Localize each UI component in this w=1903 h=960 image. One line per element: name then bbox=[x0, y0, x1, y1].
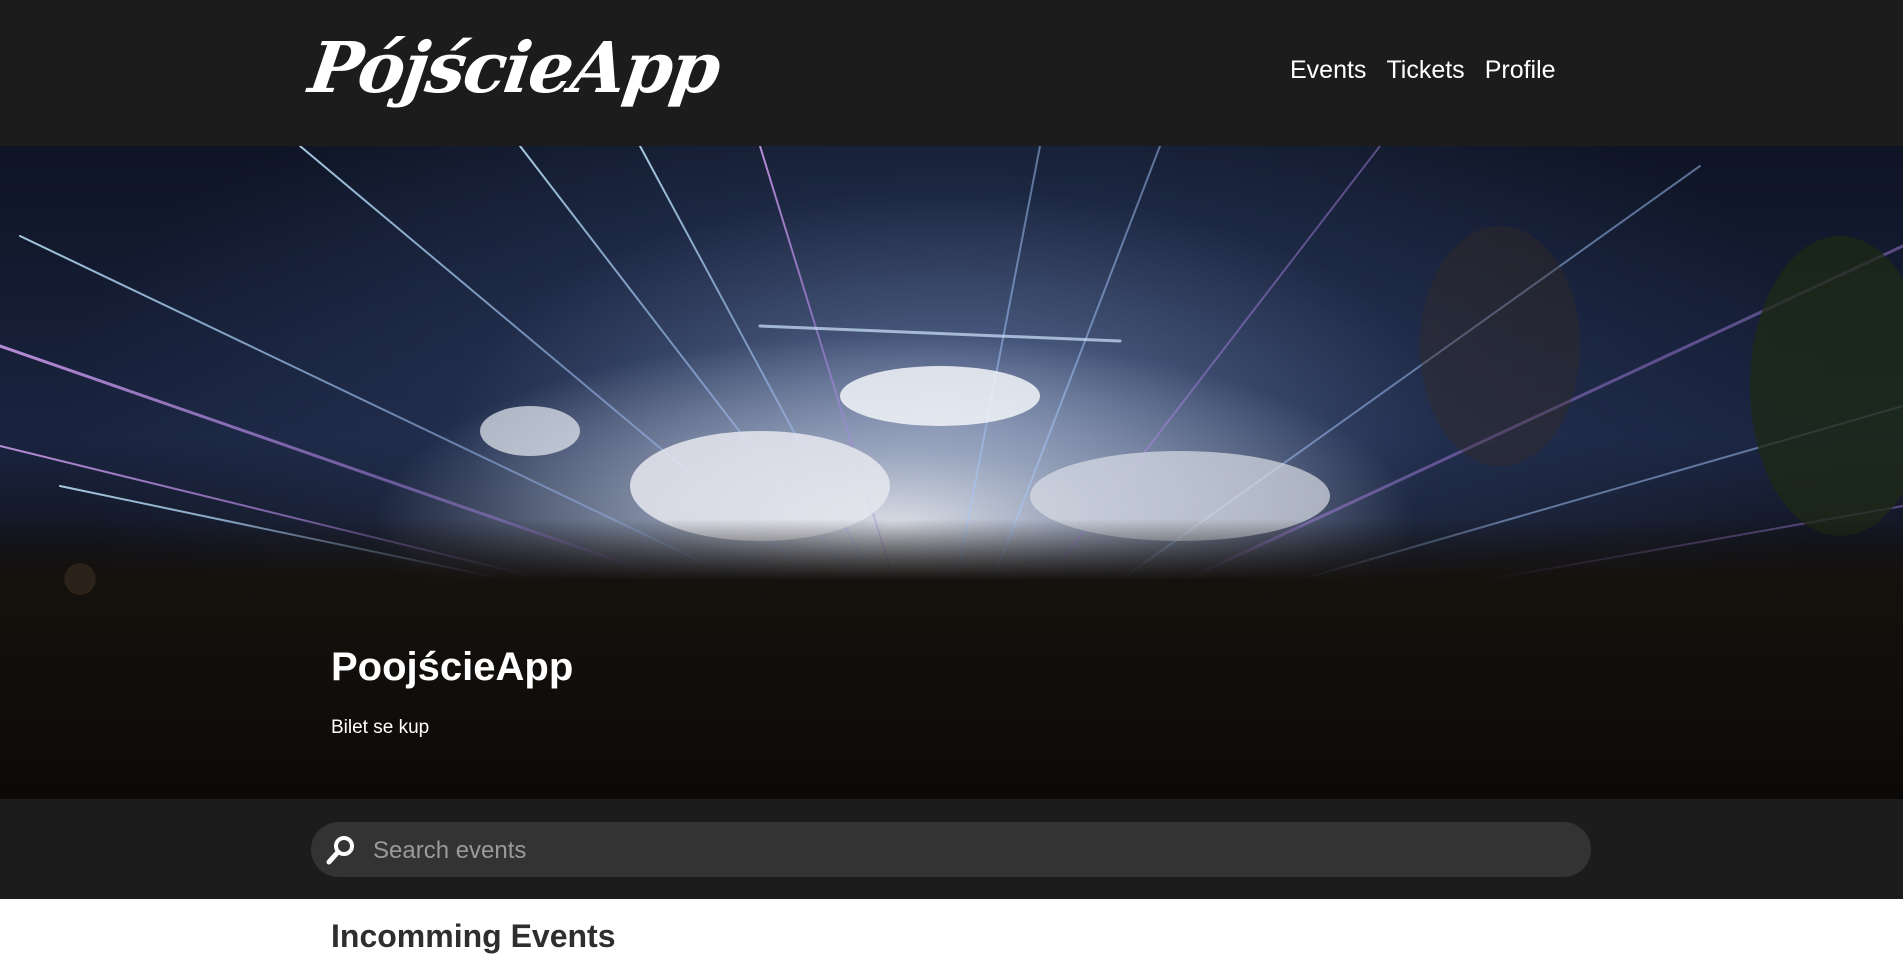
top-header: PójścieApp Events Tickets Profile bbox=[0, 0, 1903, 146]
search-bar-section bbox=[0, 799, 1903, 899]
search-input[interactable] bbox=[371, 822, 1575, 879]
search-box[interactable] bbox=[311, 822, 1591, 879]
app-logo[interactable]: PójścieApp bbox=[303, 18, 725, 118]
main-nav: Events Tickets Profile bbox=[1290, 56, 1556, 85]
search-icon[interactable] bbox=[325, 834, 357, 866]
hero-banner: PoojścieApp Bilet se kup bbox=[0, 146, 1903, 799]
nav-profile-link[interactable]: Profile bbox=[1485, 56, 1556, 85]
incoming-events-heading: Incomming Events bbox=[331, 918, 616, 954]
crowd-silhouette bbox=[0, 519, 1903, 799]
hero-title: PoojścieApp bbox=[331, 645, 574, 689]
hero-subtitle: Bilet se kup bbox=[331, 717, 430, 738]
nav-events-link[interactable]: Events bbox=[1290, 56, 1366, 85]
nav-tickets-link[interactable]: Tickets bbox=[1386, 56, 1464, 85]
